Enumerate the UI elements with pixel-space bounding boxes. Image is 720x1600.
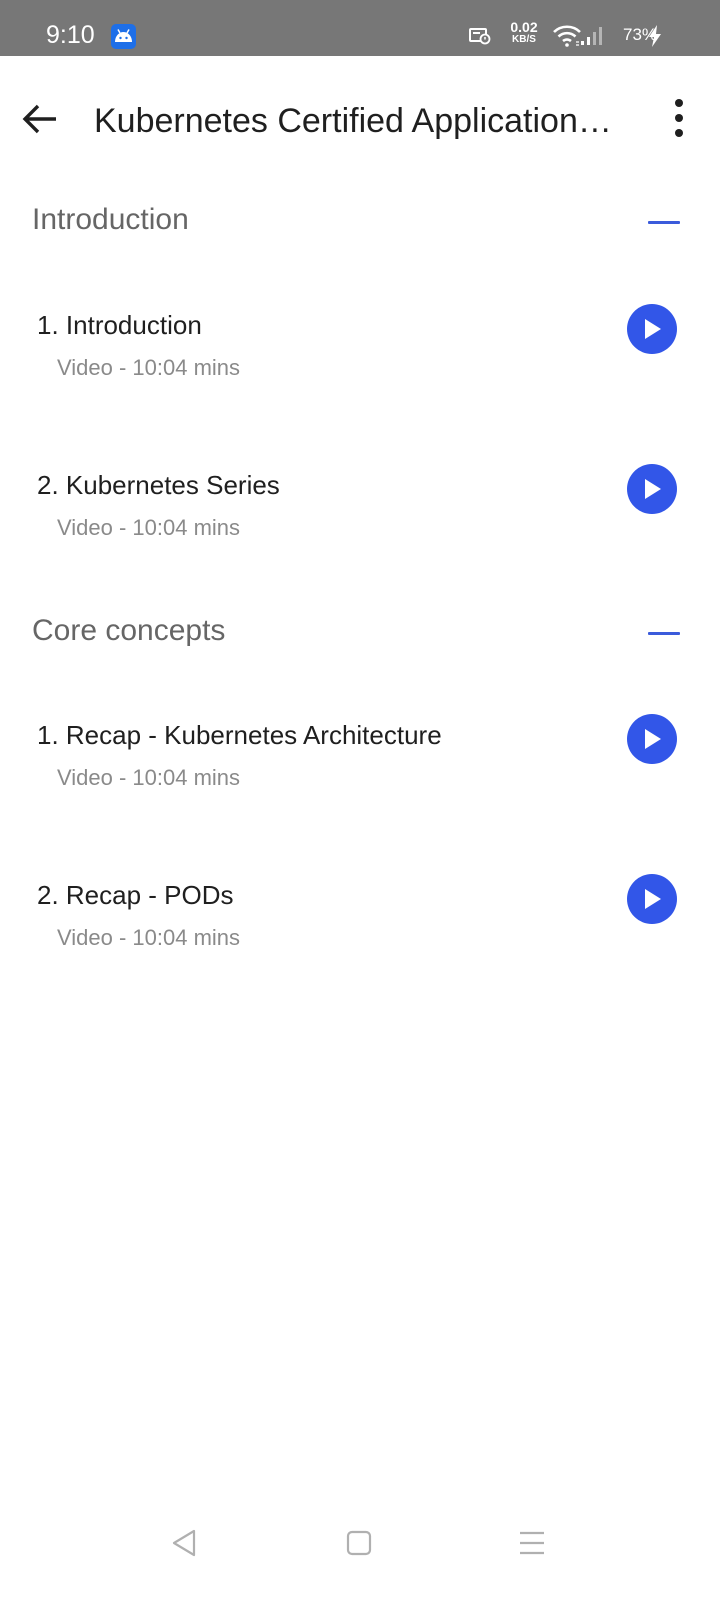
lesson-title: 1. Introduction: [37, 310, 202, 340]
system-nav-bar: [0, 1512, 720, 1600]
wifi-icon: [552, 24, 582, 53]
section-header-core-concepts[interactable]: Core concepts: [32, 611, 692, 661]
back-arrow-icon: [22, 104, 56, 134]
section-header-introduction[interactable]: Introduction: [32, 200, 692, 250]
section-title: Introduction: [32, 203, 189, 236]
lesson-meta: Video - 10:04 mins: [57, 515, 241, 540]
more-options-button[interactable]: [662, 98, 696, 140]
play-icon: [645, 479, 661, 499]
lesson-meta: Video - 10:04 mins: [57, 925, 241, 950]
status-time: 9:10: [46, 21, 95, 49]
app-bar: Kubernetes Certified Application Develop…: [0, 56, 720, 186]
lesson-item[interactable]: 2. Recap - PODs Video - 10:04 mins: [0, 874, 720, 998]
collapse-icon[interactable]: [644, 623, 684, 643]
triangle-back-icon: [172, 1529, 196, 1557]
more-vertical-icon: [675, 99, 683, 137]
collapse-icon[interactable]: [644, 212, 684, 232]
play-button[interactable]: [627, 304, 677, 354]
lesson-item[interactable]: 1. Introduction Video - 10:04 mins: [0, 304, 720, 428]
page-title: Kubernetes Certified Application Develop…: [94, 102, 614, 140]
play-button[interactable]: [627, 464, 677, 514]
lesson-item[interactable]: 1. Recap - Kubernetes Architecture Video…: [0, 714, 720, 838]
nav-back-button[interactable]: [170, 1528, 198, 1563]
lesson-title: 1. Recap - Kubernetes Architecture: [37, 720, 442, 750]
status-bar: 9:10 0.02 KB/S 73%: [0, 0, 720, 56]
network-speed-value: 0.02: [510, 19, 538, 35]
nav-home-button[interactable]: [346, 1528, 372, 1563]
square-home-icon: [346, 1530, 372, 1556]
network-speed: 0.02 KB/S: [506, 19, 542, 45]
play-icon: [645, 729, 661, 749]
play-button[interactable]: [627, 714, 677, 764]
android-app-icon: [111, 24, 136, 49]
section-title: Core concepts: [32, 614, 226, 647]
lesson-meta: Video - 10:04 mins: [57, 765, 241, 790]
lesson-title: 2. Recap - PODs: [37, 880, 234, 910]
lesson-meta: Video - 10:04 mins: [57, 355, 241, 380]
play-icon: [645, 319, 661, 339]
lesson-title: 2. Kubernetes Series: [37, 470, 280, 500]
back-button[interactable]: [18, 96, 64, 142]
play-button[interactable]: [627, 874, 677, 924]
network-speed-unit: KB/S: [512, 34, 536, 45]
nav-recents-button[interactable]: [518, 1528, 546, 1563]
play-icon: [645, 889, 661, 909]
data-saver-icon: [469, 27, 491, 50]
lesson-item[interactable]: 2. Kubernetes Series Video - 10:04 mins: [0, 464, 720, 588]
signal-icon: [580, 26, 604, 51]
menu-recents-icon: [520, 1531, 544, 1555]
charging-icon: [648, 25, 662, 52]
